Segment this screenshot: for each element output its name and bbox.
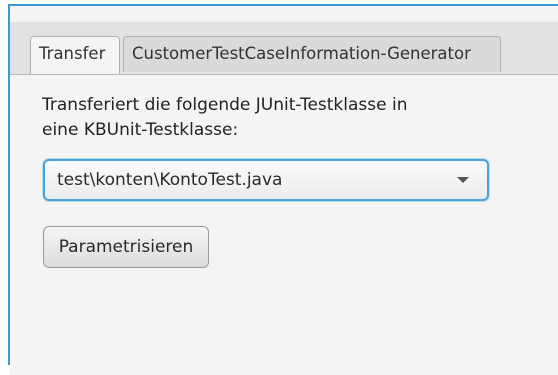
test-class-select[interactable]: test\konten\KontoTest.java <box>43 159 489 201</box>
app-frame: Transfer CustomerTestCaseInformation-Gen… <box>8 4 558 375</box>
test-class-select-value: test\konten\KontoTest.java <box>57 170 283 190</box>
description-line-1: Transferiert die folgende JUnit-Testklas… <box>42 95 408 115</box>
description-line-2: eine KBUnit-Testklasse: <box>42 120 239 140</box>
window: Transfer CustomerTestCaseInformation-Gen… <box>0 0 558 375</box>
transfer-description: Transferiert die folgende JUnit-Testklas… <box>42 93 502 143</box>
parametrize-button[interactable]: Parametrisieren <box>43 226 209 268</box>
chevron-down-icon[interactable] <box>457 177 469 183</box>
tab-bar: Transfer CustomerTestCaseInformation-Gen… <box>10 22 558 75</box>
tab-content-transfer: Transferiert die folgende JUnit-Testklas… <box>10 75 558 375</box>
tab-customer-testcase-generator[interactable]: CustomerTestCaseInformation-Generator <box>123 36 501 72</box>
top-strip <box>10 6 558 22</box>
tab-transfer[interactable]: Transfer <box>30 36 120 74</box>
